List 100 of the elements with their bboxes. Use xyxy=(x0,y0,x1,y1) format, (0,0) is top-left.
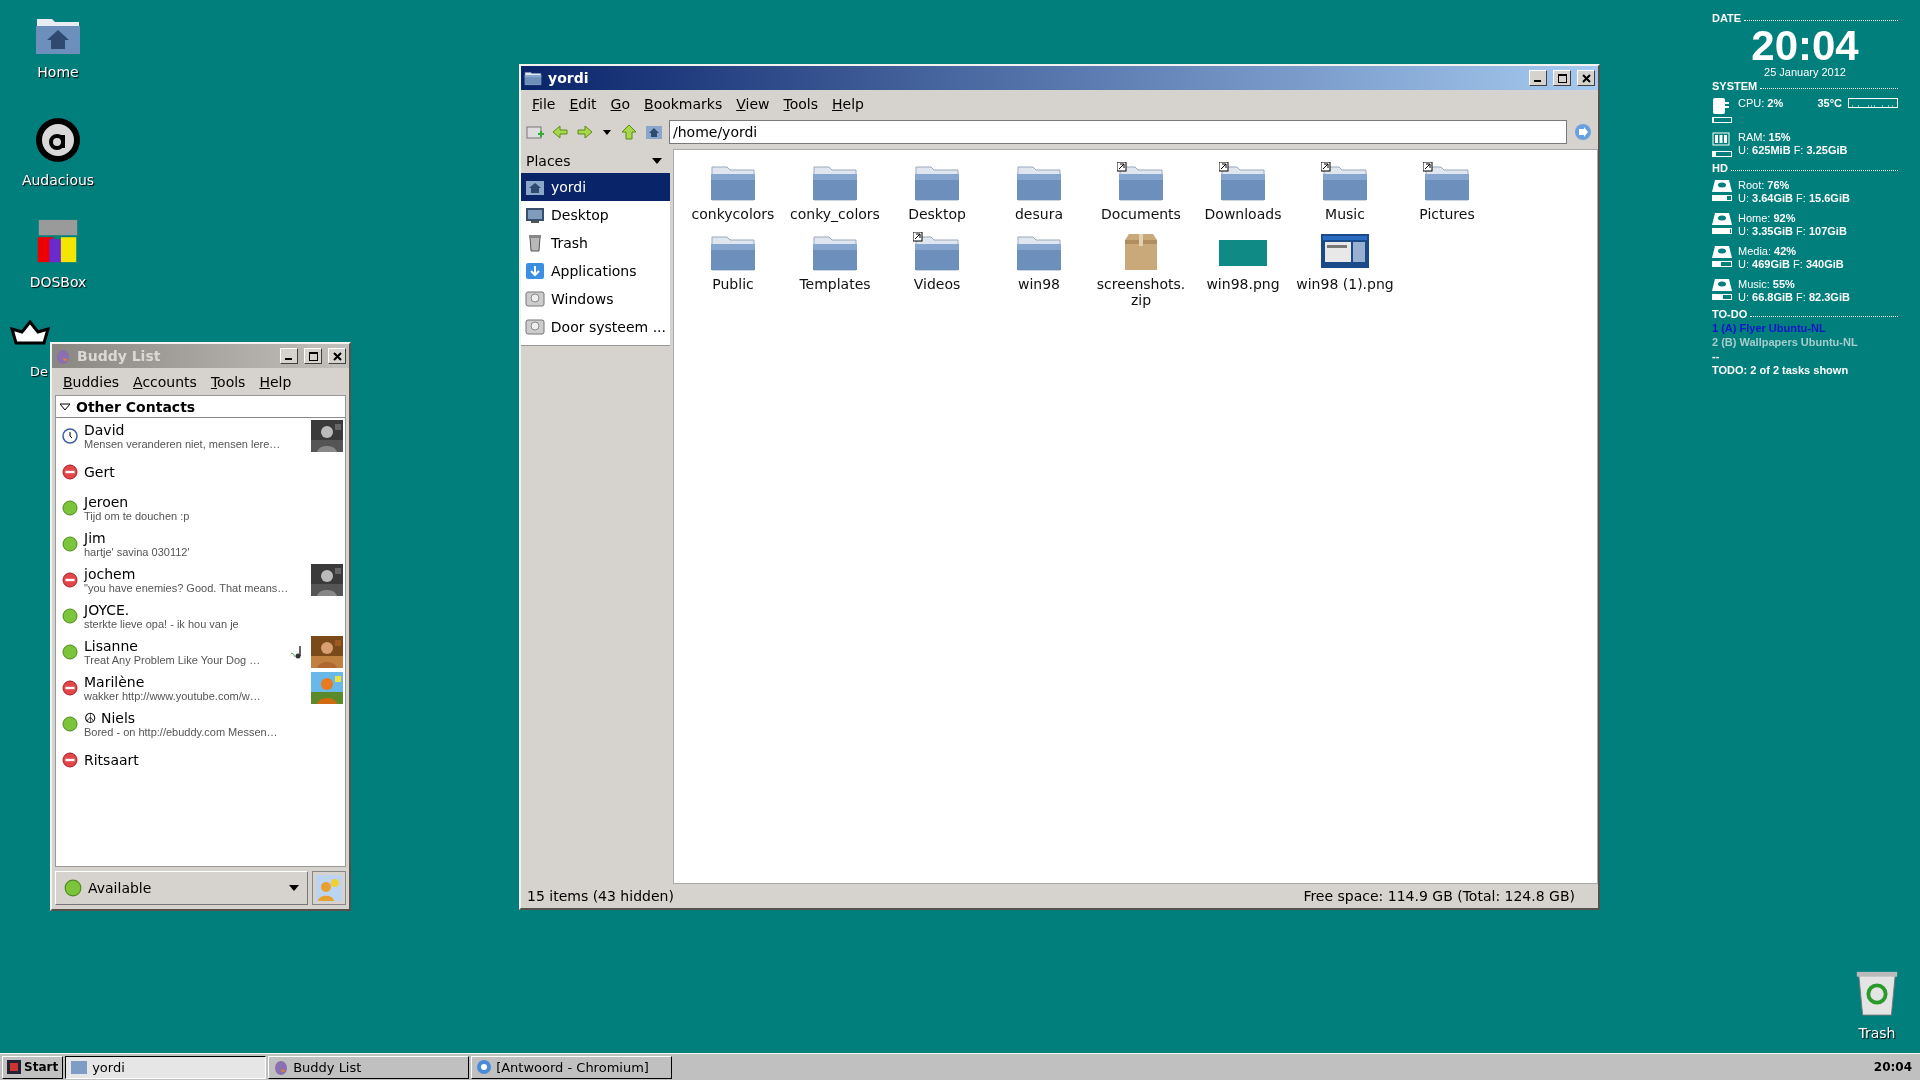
menu-item[interactable]: Tools xyxy=(778,93,823,114)
icon-label: Home xyxy=(37,64,79,80)
maximize-icon xyxy=(1557,73,1567,83)
file-name[interactable]: Public xyxy=(712,276,754,292)
meter-label: Root: 76% xyxy=(1738,179,1791,191)
menu-item[interactable]: Bookmarks xyxy=(639,93,728,114)
separator-text: -- xyxy=(1712,350,1721,362)
maximize-button[interactable] xyxy=(1553,70,1571,86)
available-status-icon xyxy=(62,716,78,732)
free-space-text: Free space: 114.9 GB (Total: 124.8 GB) xyxy=(1302,888,1576,904)
contact-name[interactable]: JOYCE. xyxy=(84,602,130,618)
todo-item: 2 (B) Wallpapers Ubuntu-NL xyxy=(1712,336,1859,348)
todo-item: 1 (A) Flyer Ubuntu-NL xyxy=(1712,322,1827,334)
meter-label: Music: 55% xyxy=(1738,278,1796,290)
meter-detail: U: 625MiB F: 3.25GiB xyxy=(1738,144,1849,156)
close-button[interactable] xyxy=(1577,70,1595,86)
home-button[interactable] xyxy=(644,123,664,141)
meter-label: CPU: 2% xyxy=(1738,97,1784,109)
file-name[interactable]: conkycolors xyxy=(691,206,775,222)
taskbar-button[interactable]: [Antwoord - Chromium] xyxy=(471,1055,673,1079)
maximize-button[interactable] xyxy=(304,348,322,364)
file-name[interactable]: Downloads xyxy=(1204,206,1282,222)
menu-item[interactable]: Accounts xyxy=(128,371,202,392)
file-name[interactable]: win98 (1).png xyxy=(1296,276,1394,292)
status-message: hartje' savina 030112' xyxy=(84,546,190,558)
cpu-graph xyxy=(1848,98,1898,108)
menu-item[interactable]: View xyxy=(731,93,775,114)
file-name[interactable]: conky_colors xyxy=(790,206,880,222)
status-selector[interactable]: Available xyxy=(55,871,308,905)
close-icon xyxy=(332,351,342,361)
icon-label: DOSBox xyxy=(29,274,87,290)
file-name[interactable]: desura xyxy=(1015,206,1063,222)
contact-name[interactable]: Marilène xyxy=(84,674,145,690)
menu-item[interactable]: File xyxy=(527,93,561,114)
status-message: Bored - on http://ebuddy.com Messen… xyxy=(84,726,278,738)
close-button[interactable] xyxy=(328,348,346,364)
available-status-icon xyxy=(62,500,78,516)
menu-item[interactable]: Tools xyxy=(205,371,251,392)
caret-icon xyxy=(289,884,299,892)
go-button[interactable] xyxy=(1572,122,1594,142)
contact-name[interactable]: Jeroen xyxy=(84,494,129,510)
window-title: yordi xyxy=(548,70,590,86)
up-button[interactable] xyxy=(619,123,639,141)
meter-detail: U: 3.35GiB F: 107GiB xyxy=(1738,225,1848,237)
taskbar-button[interactable]: yordi xyxy=(65,1055,267,1079)
contact-name[interactable]: Gert xyxy=(84,464,115,480)
available-status-icon xyxy=(62,608,78,624)
section-heading: DATE xyxy=(1712,12,1742,24)
drive-icon xyxy=(525,318,545,336)
status-message: sterkte lieve opa! - ik hou van je xyxy=(84,618,239,630)
section-heading: SYSTEM xyxy=(1712,80,1758,92)
location-field[interactable]: /home/yordi xyxy=(669,120,1567,144)
icon-label: Audacious xyxy=(21,172,95,188)
contact-name[interactable]: Lisanne xyxy=(84,638,138,654)
file-name[interactable]: win98.png xyxy=(1206,276,1280,292)
bird-icon xyxy=(55,348,71,364)
file-name[interactable]: Music xyxy=(1325,206,1365,222)
close-icon xyxy=(1581,73,1591,83)
minimize-button[interactable] xyxy=(1529,70,1547,86)
temperature-text: 35°C xyxy=(1817,97,1842,109)
contact-name[interactable]: ☮ Niels xyxy=(84,710,136,726)
taskbar-button[interactable]: Buddy List xyxy=(268,1055,470,1079)
busy-status-icon xyxy=(62,464,78,480)
minimize-button[interactable] xyxy=(280,348,298,364)
todo-summary: TODO: 2 of 2 tasks shown xyxy=(1712,364,1850,376)
menu-item[interactable]: Go xyxy=(605,93,635,114)
clock-status-icon xyxy=(62,428,78,444)
file-name[interactable]: Templates xyxy=(799,276,871,292)
memory-icon xyxy=(1712,131,1730,149)
start-button[interactable]: Start xyxy=(2,1055,64,1079)
available-status-icon xyxy=(62,536,78,552)
menu-item[interactable]: Help xyxy=(827,93,869,114)
file-name[interactable]: win98 xyxy=(1018,276,1060,292)
browser-icon xyxy=(476,1059,493,1075)
status-message: "you have enemies? Good. That means… xyxy=(84,582,289,594)
file-name[interactable]: Pictures xyxy=(1419,206,1475,222)
menu-item[interactable]: Buddies xyxy=(58,371,125,392)
contact-name[interactable]: Ritsaart xyxy=(84,752,139,768)
cpu-icon xyxy=(1712,97,1730,115)
meter-label: Media: 42% xyxy=(1738,245,1798,257)
contact-name[interactable]: Jim xyxy=(84,530,106,546)
audacious-icon[interactable] xyxy=(34,116,82,164)
expander-icon xyxy=(60,402,70,411)
sidebar-item[interactable]: yordi xyxy=(521,173,670,201)
menu-item[interactable]: Edit xyxy=(564,93,602,114)
taskbar-clock: 20:04 xyxy=(1872,1060,1913,1074)
home-icon xyxy=(525,178,545,196)
file-name[interactable]: Videos xyxy=(913,276,961,292)
file-name[interactable]: Documents xyxy=(1101,206,1181,222)
trash-can-icon[interactable] xyxy=(1854,969,1900,1017)
people-icon xyxy=(316,875,342,901)
section-heading: HD xyxy=(1712,162,1728,174)
menu-item[interactable]: Help xyxy=(254,371,297,392)
clock-time: 20:04 xyxy=(1751,26,1859,66)
contact-name[interactable]: jochem xyxy=(84,566,136,582)
drive-icon xyxy=(525,290,545,308)
hard-drive-icon xyxy=(1712,212,1732,226)
file-name[interactable]: Desktop xyxy=(908,206,966,222)
contact-name[interactable]: David xyxy=(84,422,125,438)
file-name[interactable]: screenshots.zip xyxy=(1091,276,1191,308)
